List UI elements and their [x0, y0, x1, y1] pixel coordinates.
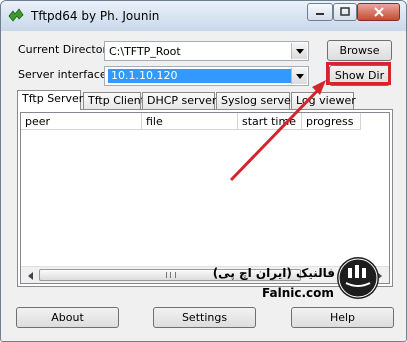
- tab-tftp-client[interactable]: Tftp Client: [83, 92, 145, 109]
- current-directory-value: C:\TFTP_Root: [109, 45, 181, 58]
- help-button-label: Help: [329, 311, 356, 324]
- chevron-down-icon[interactable]: [291, 43, 307, 59]
- settings-button[interactable]: Settings: [153, 307, 256, 328]
- column-header-start-time[interactable]: start time: [238, 113, 302, 130]
- show-dir-button[interactable]: Show Dir: [329, 65, 390, 86]
- browse-button-label: Browse: [339, 44, 380, 57]
- minimize-button[interactable]: [307, 3, 333, 21]
- current-directory-combo[interactable]: C:\TFTP_Root: [104, 41, 309, 61]
- tab-log-viewer[interactable]: Log viewer: [291, 92, 356, 109]
- about-button[interactable]: About: [16, 307, 119, 328]
- maximize-button[interactable]: [333, 3, 357, 21]
- server-interface-combo[interactable]: 10.1.10.120: [104, 66, 309, 86]
- about-button-label: About: [51, 311, 84, 324]
- maximize-icon: [340, 7, 350, 16]
- tab-dhcp-server[interactable]: DHCP server: [142, 92, 216, 109]
- falnic-logo: [337, 257, 379, 299]
- column-header-peer[interactable]: peer: [21, 113, 142, 130]
- chevron-down-icon[interactable]: [291, 68, 307, 84]
- help-button[interactable]: Help: [291, 307, 394, 328]
- tab-syslog-server[interactable]: Syslog server: [216, 92, 295, 109]
- tab-tftp-server[interactable]: Tftp Server: [17, 90, 83, 110]
- app-icon: [8, 8, 24, 22]
- current-directory-label: Current Directory: [18, 43, 114, 56]
- title-bar[interactable]: Tftpd64 by Ph. Jounin: [1, 1, 406, 31]
- close-icon: [373, 7, 384, 17]
- grip-icon: [166, 272, 176, 278]
- window-title: Tftpd64 by Ph. Jounin: [31, 9, 160, 23]
- site-url: Falnic.com: [262, 286, 334, 300]
- server-interface-value: 10.1.10.120: [108, 69, 292, 83]
- settings-button-label: Settings: [181, 311, 228, 324]
- transfers-list[interactable]: peer file start time progress: [20, 112, 390, 284]
- minimize-icon: [316, 13, 324, 15]
- show-dir-button-label: Show Dir: [334, 69, 385, 82]
- close-button[interactable]: [357, 3, 400, 21]
- browse-button[interactable]: Browse: [327, 40, 392, 61]
- scroll-left-icon[interactable]: [22, 268, 38, 283]
- brand-text: فالنیک (ایران اچ پی): [212, 266, 335, 280]
- column-header-progress[interactable]: progress: [302, 113, 361, 130]
- column-header-file[interactable]: file: [142, 113, 238, 130]
- server-interface-label: Server interface: [18, 68, 107, 81]
